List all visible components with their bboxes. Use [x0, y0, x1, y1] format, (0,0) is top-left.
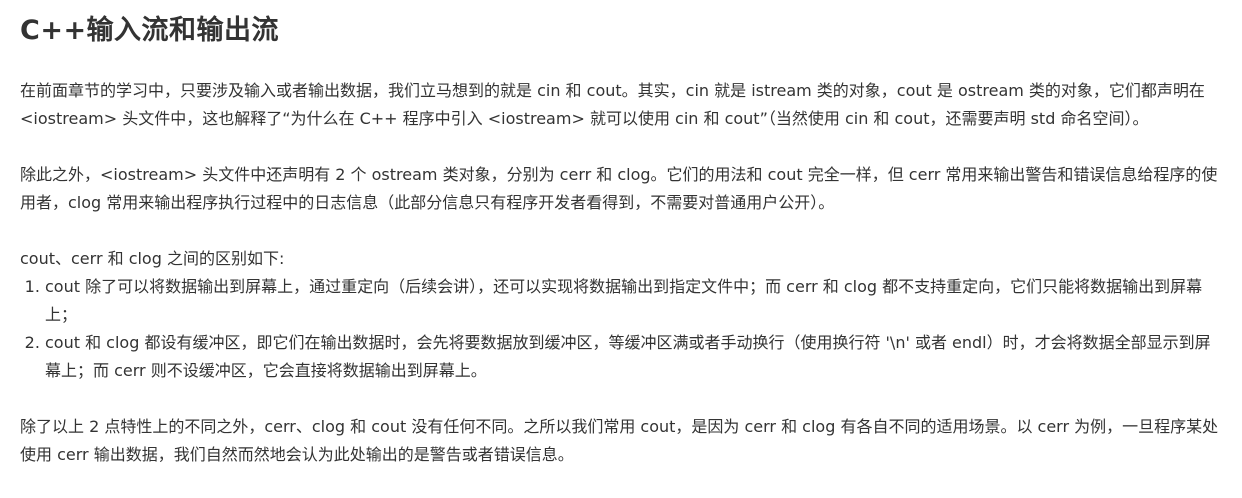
differences-list: cout 除了可以将数据输出到屏幕上，通过重定向（后续会讲），还可以实现将数据输…	[20, 273, 1220, 385]
cerr-clog-paragraph: 除此之外，<iostream> 头文件中还声明有 2 个 ostream 类对象…	[20, 165, 1218, 212]
list-item: cout 和 clog 都设有缓冲区，即它们在输出数据时，会先将要数据放到缓冲区…	[45, 329, 1220, 385]
differences-heading: cout、cerr 和 clog 之间的区别如下:	[20, 249, 285, 268]
page-title: C++输入流和输出流	[20, 15, 280, 46]
list-item: cout 除了可以将数据输出到屏幕上，通过重定向（后续会讲），还可以实现将数据输…	[45, 273, 1220, 329]
conclusion-paragraph: 除了以上 2 点特性上的不同之外，cerr、clog 和 cout 没有任何不同…	[20, 417, 1219, 464]
article: C++输入流和输出流 在前面章节的学习中，只要涉及输入或者输出数据，我们立马想到…	[0, 0, 1242, 498]
intro-paragraph: 在前面章节的学习中，只要涉及输入或者输出数据，我们立马想到的就是 cin 和 c…	[20, 81, 1205, 128]
